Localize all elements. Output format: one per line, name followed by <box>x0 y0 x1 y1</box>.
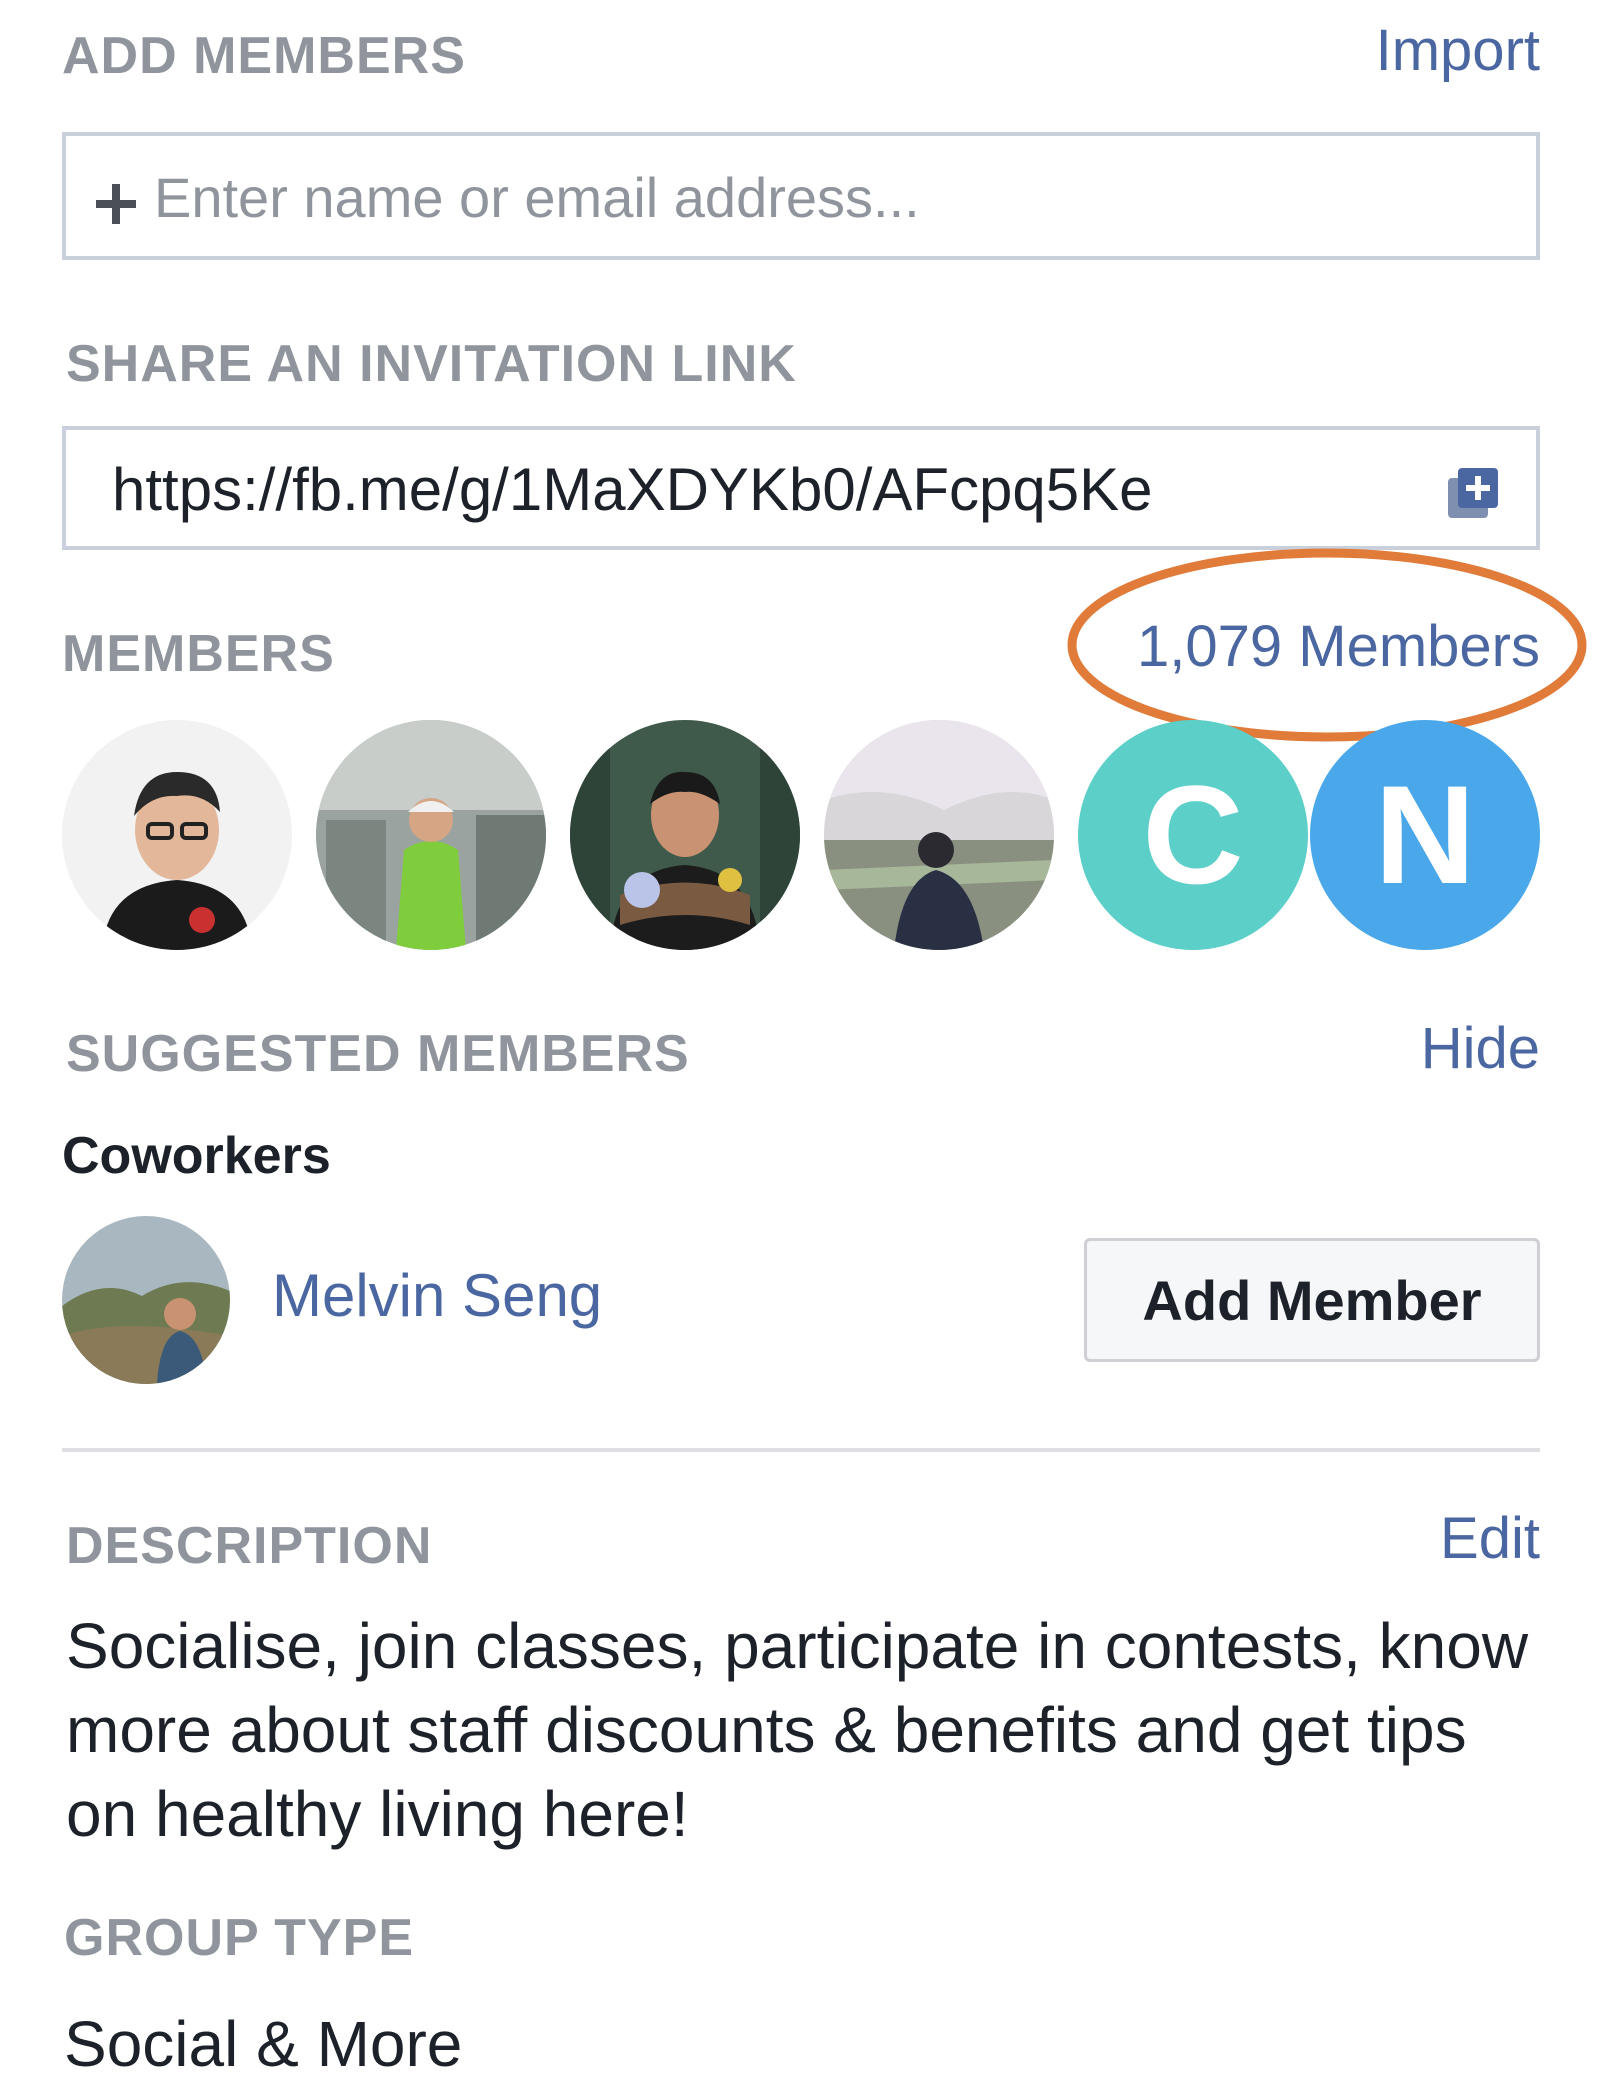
suggested-members-label: SUGGESTED MEMBERS <box>66 1025 690 1083</box>
section-divider <box>62 1448 1540 1452</box>
suggested-member-name[interactable]: Melvin Seng <box>272 1266 602 1326</box>
invitation-url: https://fb.me/g/1MaXDYKb0/AFcpq5Ke <box>112 456 1153 523</box>
coworkers-heading: Coworkers <box>62 1127 331 1185</box>
members-label: MEMBERS <box>62 625 335 683</box>
invitation-link-label: SHARE AN INVITATION LINK <box>66 335 797 393</box>
description-label: DESCRIPTION <box>66 1517 433 1575</box>
import-link[interactable]: Import <box>1376 22 1540 80</box>
plus-icon <box>96 184 136 224</box>
member-avatar[interactable] <box>570 720 800 950</box>
group-type-label: GROUP TYPE <box>64 1909 415 1967</box>
avatar-letter-c: C <box>1142 756 1244 913</box>
description-text: Socialise, join classes, participate in … <box>66 1610 1529 1850</box>
member-avatar-c[interactable]: C <box>1078 720 1308 950</box>
member-avatar[interactable] <box>316 720 546 950</box>
invitation-link-field[interactable]: https://fb.me/g/1MaXDYKb0/AFcpq5Ke <box>62 426 1540 550</box>
add-member-button[interactable]: Add Member <box>1084 1238 1540 1362</box>
highlight-ellipse <box>1067 548 1587 742</box>
edit-description-link[interactable]: Edit <box>1440 1510 1540 1568</box>
avatar-letter-n: N <box>1374 756 1476 913</box>
copy-link-icon[interactable] <box>1444 464 1502 522</box>
add-member-input-box[interactable]: Enter name or email address... <box>62 132 1540 260</box>
suggested-member-avatar[interactable] <box>62 1216 230 1384</box>
member-avatar[interactable] <box>824 720 1054 950</box>
group-type-value: Social & More <box>64 2008 463 2080</box>
add-member-placeholder: Enter name or email address... <box>154 166 920 229</box>
member-avatar-n[interactable]: N <box>1310 720 1540 950</box>
hide-link[interactable]: Hide <box>1421 1020 1540 1078</box>
member-avatar[interactable] <box>62 720 292 950</box>
add-members-label: ADD MEMBERS <box>62 27 466 85</box>
